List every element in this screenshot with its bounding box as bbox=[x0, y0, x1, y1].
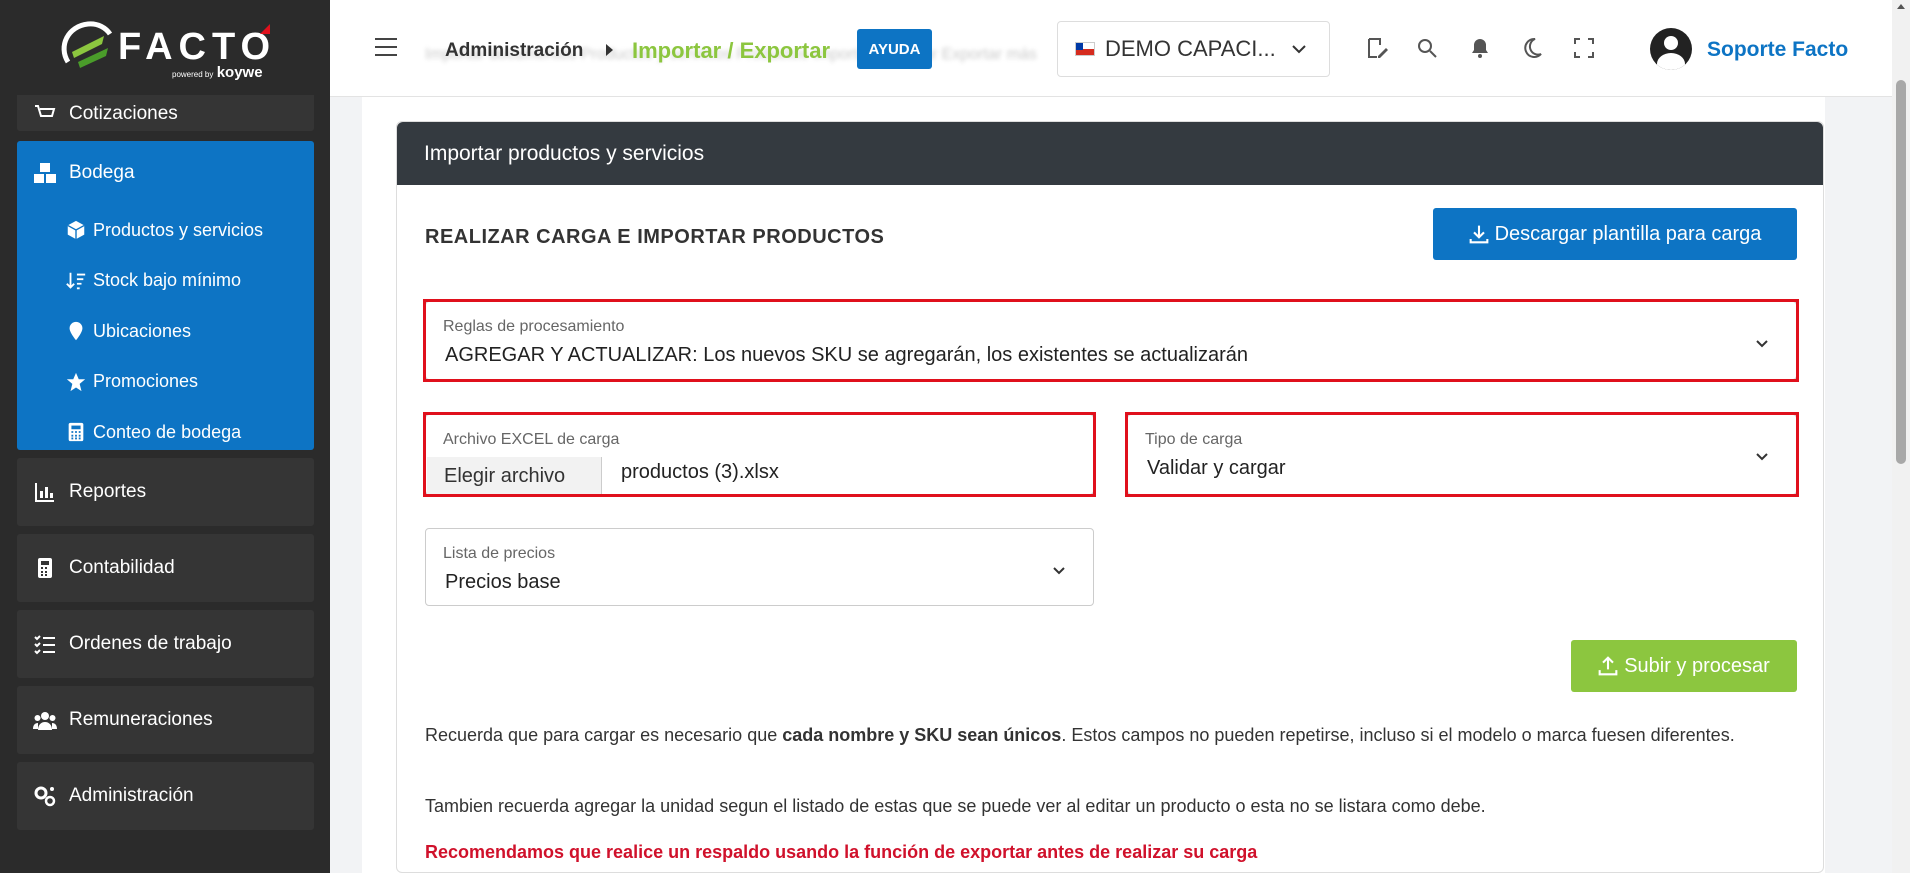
sidebar-subitem-conteo[interactable]: Conteo de bodega bbox=[17, 407, 314, 458]
breadcrumb-caret-icon bbox=[606, 44, 613, 56]
sidebar-item-contabilidad[interactable]: Contabilidad bbox=[17, 534, 314, 602]
logo-wordmark: FACTO bbox=[118, 26, 277, 68]
top-header: Importar documentos Productos y servicio… bbox=[330, 0, 1910, 97]
sidebar-item-remuneraciones[interactable]: Remuneraciones bbox=[17, 686, 314, 754]
sidebar-item-label: Remuneraciones bbox=[69, 709, 213, 730]
edit-document-icon[interactable] bbox=[1365, 36, 1389, 60]
sidebar-group-bodega: Bodega Productos y servicios Stock bajo … bbox=[17, 141, 314, 450]
download-icon bbox=[1469, 225, 1488, 244]
chile-flag-icon bbox=[1075, 42, 1095, 56]
sidebar-subitem-label: Ubicaciones bbox=[93, 320, 192, 341]
sidebar-subitem-label: Stock bajo mínimo bbox=[93, 270, 242, 291]
sidebar-item-bodega[interactable]: Bodega bbox=[17, 141, 314, 205]
sidebar-item-ordenes[interactable]: Ordenes de trabajo bbox=[17, 610, 314, 678]
sort-desc-icon bbox=[66, 272, 86, 289]
logo-mark-icon bbox=[61, 21, 113, 68]
sidebar-subitem-promociones[interactable]: Promociones bbox=[17, 357, 314, 408]
cart-icon bbox=[35, 105, 56, 117]
logo-accent-icon bbox=[260, 24, 270, 34]
users-icon bbox=[33, 712, 57, 730]
backup-warning: Recomendamos que realice un respaldo usa… bbox=[425, 842, 1258, 862]
user-name[interactable]: Soporte Facto bbox=[1707, 38, 1848, 62]
highlight-load-type bbox=[1125, 412, 1799, 497]
scrollbar[interactable] bbox=[1892, 0, 1910, 873]
moon-icon[interactable] bbox=[1520, 36, 1544, 60]
download-template-button[interactable]: Descargar plantilla para carga bbox=[1433, 208, 1797, 260]
company-selector[interactable]: DEMO CAPACI... bbox=[1057, 21, 1330, 77]
sidebar-subitem-ubicaciones[interactable]: Ubicaciones bbox=[17, 306, 314, 357]
chevron-down-icon bbox=[1053, 567, 1065, 575]
note-text: . Estos campos no pueden repetirse, incl… bbox=[1061, 725, 1735, 745]
sidebar-item-label: Administración bbox=[69, 785, 194, 806]
sidebar-subitem-label: Productos y servicios bbox=[93, 219, 264, 240]
scroll-up-icon[interactable] bbox=[1897, 4, 1905, 9]
boxes-icon bbox=[34, 163, 56, 183]
sidebar-item-administracion[interactable]: Administración bbox=[17, 762, 314, 830]
menu-toggle-icon[interactable] bbox=[375, 38, 397, 58]
breadcrumb-current: Importar / Exportar bbox=[632, 38, 831, 63]
download-label: Descargar plantilla para carga bbox=[1494, 222, 1762, 245]
sidebar-item-label: Bodega bbox=[69, 162, 135, 183]
scrollbar-thumb[interactable] bbox=[1896, 80, 1906, 464]
upload-label: Subir y procesar bbox=[1624, 654, 1770, 677]
logo-subtitle: powered by koywe bbox=[172, 64, 263, 81]
breadcrumb-parent[interactable]: Administración bbox=[445, 40, 583, 62]
note-unique-fields: Recuerda que para cargar es necesario qu… bbox=[425, 723, 1795, 748]
calculator-icon bbox=[38, 558, 52, 578]
sidebar-item-label: Contabilidad bbox=[69, 557, 175, 578]
note-units: Tambien recuerda agregar la unidad segun… bbox=[425, 796, 1486, 816]
price-list-select[interactable]: Lista de precios Precios base bbox=[425, 528, 1094, 606]
sidebar-item-reportes[interactable]: Reportes bbox=[17, 458, 314, 526]
cogs-icon bbox=[34, 786, 56, 807]
sidebar-item-label: Cotizaciones bbox=[69, 103, 178, 124]
sidebar-item-label: Ordenes de trabajo bbox=[69, 633, 232, 654]
avatar[interactable] bbox=[1650, 28, 1692, 70]
location-pin-icon bbox=[69, 322, 83, 341]
fullscreen-icon[interactable] bbox=[1572, 36, 1596, 60]
sidebar-item-label: Reportes bbox=[69, 481, 147, 502]
task-list-icon bbox=[34, 635, 55, 655]
cube-icon bbox=[67, 221, 85, 240]
note-text: Recuerda que para cargar es necesario qu… bbox=[425, 725, 783, 745]
upload-process-button[interactable]: Subir y procesar bbox=[1571, 640, 1797, 692]
section-title: REALIZAR CARGA E IMPORTAR PRODUCTOS bbox=[425, 226, 885, 248]
facto-logo[interactable]: FACTO powered by koywe bbox=[0, 0, 330, 95]
highlight-file bbox=[423, 412, 1096, 497]
sidebar: Cotizaciones Bodega Productos y servicio… bbox=[0, 0, 330, 873]
card-title: Importar productos y servicios bbox=[397, 122, 1823, 185]
bar-chart-icon bbox=[35, 483, 54, 502]
sidebar-subitem-productos[interactable]: Productos y servicios bbox=[17, 205, 314, 256]
chevron-down-icon bbox=[1292, 45, 1306, 54]
price-list-label: Lista de precios bbox=[443, 545, 556, 562]
sidebar-subitem-label: Promociones bbox=[93, 371, 199, 392]
calculator-icon bbox=[68, 423, 84, 442]
logo-powered: powered by bbox=[172, 70, 214, 79]
search-icon[interactable] bbox=[1415, 36, 1439, 60]
bell-icon[interactable] bbox=[1468, 36, 1492, 60]
highlight-rules bbox=[423, 299, 1799, 382]
note-bold: cada nombre y SKU sean únicos bbox=[782, 725, 1062, 745]
sidebar-subitem-stock[interactable]: Stock bajo mínimo bbox=[17, 256, 314, 307]
price-list-value: Precios base bbox=[445, 571, 561, 593]
upload-icon bbox=[1598, 656, 1618, 676]
help-button[interactable]: AYUDA bbox=[857, 29, 932, 69]
logo-brand: koywe bbox=[216, 64, 263, 81]
star-icon bbox=[66, 372, 86, 391]
company-name: DEMO CAPACI... bbox=[1105, 36, 1276, 61]
sidebar-subitem-label: Conteo de bodega bbox=[93, 421, 242, 442]
